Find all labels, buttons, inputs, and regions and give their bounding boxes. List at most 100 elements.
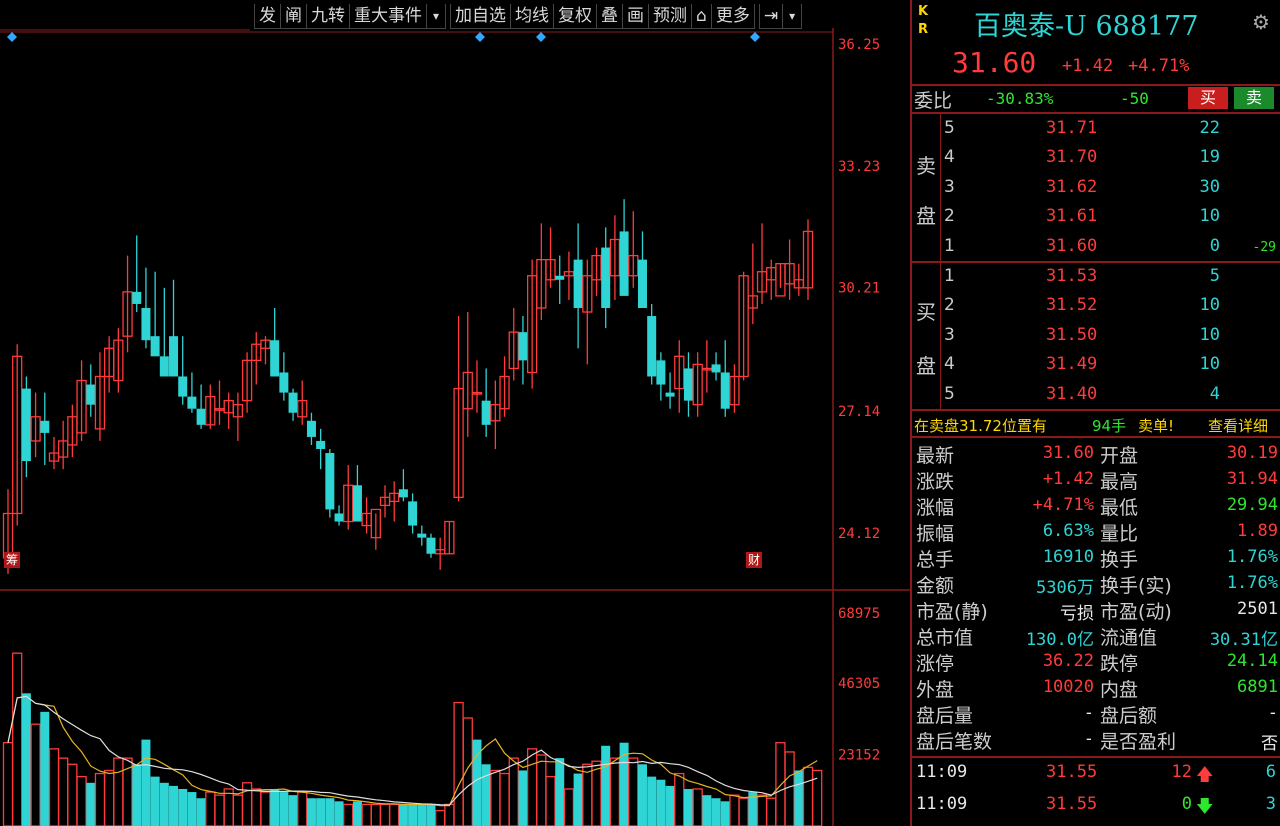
- candle-body: [288, 392, 298, 413]
- bid-row[interactable]: 5 31.40 4: [912, 380, 1280, 409]
- view-detail-link[interactable]: 查看详细: [1208, 415, 1268, 436]
- toolbar-item-11[interactable]: ⌂: [691, 4, 712, 29]
- quote-label: 市盈(动): [1100, 601, 1172, 623]
- ask-price: 31.61: [1046, 206, 1098, 227]
- quote-label: 开盘: [1100, 445, 1139, 467]
- volume-bar: [462, 717, 473, 826]
- volume-bar: [628, 757, 639, 826]
- volume-bar: [159, 782, 169, 826]
- quote-value: 30.19: [1226, 443, 1278, 463]
- volume-bar: [223, 788, 234, 826]
- tick-time: 11:09: [916, 762, 968, 782]
- volume-bar: [444, 803, 455, 826]
- volume-bar: [76, 775, 87, 826]
- quote-label: 市盈(静): [916, 601, 988, 623]
- finance-marker[interactable]: 财: [746, 552, 762, 568]
- quote-label: 换手: [1100, 549, 1139, 571]
- candle-body: [426, 537, 436, 554]
- buy-button[interactable]: 买: [1188, 87, 1228, 109]
- candle-body: [21, 388, 31, 462]
- toolbar-item-4[interactable]: ▾: [426, 4, 447, 29]
- kline-chart[interactable]: 36.25 33.23 30.21 27.14 24.12 68975 46305 23152: [0, 0, 910, 826]
- volume-bar: [196, 798, 206, 826]
- volume-bar: [279, 792, 289, 826]
- volume-bar: [609, 757, 621, 826]
- tick-row: 11:09 31.55 0 🡇 3: [912, 790, 1280, 820]
- ask-level: 3: [944, 176, 955, 197]
- quote-panel: K R 百奥泰-U 688177 ⚙ 31.60 +1.42 +4.71% 委比…: [910, 0, 1280, 826]
- bid-level: 1: [944, 266, 955, 286]
- kline-k-label[interactable]: K: [918, 4, 928, 19]
- toolbar-item-7[interactable]: 复权: [553, 4, 598, 29]
- bid-volume: 10: [1199, 354, 1220, 375]
- quote-header: K R 百奥泰-U 688177 ⚙ 31.60 +1.42 +4.71%: [912, 0, 1280, 86]
- volume-bar: [132, 764, 142, 826]
- toolbar-item-14[interactable]: ▾: [782, 4, 803, 29]
- ask-row[interactable]: 1 31.60 0 -29: [912, 232, 1280, 261]
- volume-bar: [573, 773, 583, 826]
- volume-bar: [665, 785, 675, 826]
- volume-bar: [334, 801, 344, 826]
- volume-bar: [187, 792, 197, 826]
- weibi-pct: -30.83%: [986, 89, 1054, 108]
- sell-button[interactable]: 卖: [1234, 87, 1274, 109]
- candle-body: [279, 372, 289, 393]
- quote-value: +1.42: [1042, 469, 1094, 489]
- ask-row[interactable]: 5 31.71 22: [912, 114, 1280, 143]
- bid-price: 31.53: [1046, 266, 1098, 286]
- ask-volume: 0: [1209, 235, 1220, 256]
- candle-body: [481, 400, 491, 425]
- gear-icon[interactable]: ⚙: [1252, 10, 1270, 34]
- toolbar-item-8[interactable]: 叠: [596, 4, 624, 29]
- toolbar-item-10[interactable]: 预测: [648, 4, 693, 29]
- ask-volume: 22: [1199, 118, 1220, 138]
- quote-label: 流通值: [1100, 627, 1158, 649]
- bid-row[interactable]: 1 31.53 5: [912, 262, 1280, 291]
- toolbar-item-1[interactable]: 阐: [280, 4, 307, 29]
- volume-bar: [545, 775, 556, 826]
- toolbar-item-0[interactable]: 发: [254, 4, 281, 29]
- quote-row: 总手 16910 换手 1.76%: [912, 543, 1280, 571]
- quote-value: 31.60: [1042, 443, 1094, 463]
- quote-row: 涨跌 +1.42 最高 31.94: [912, 465, 1280, 493]
- order-notice[interactable]: 在卖盘31.72位置有 94手 卖单! 查看详细: [912, 412, 1280, 436]
- quote-row: 涨停 36.22 跌停 24.14: [912, 647, 1280, 675]
- bid-row[interactable]: 2 31.52 10: [912, 291, 1280, 320]
- toolbar-item-6[interactable]: 均线: [510, 4, 555, 29]
- volume-bar: [297, 791, 308, 826]
- toolbar-item-13[interactable]: ⇥: [758, 4, 784, 29]
- chip-marker[interactable]: 筹: [4, 552, 20, 568]
- volume-bar: [683, 788, 693, 826]
- toolbar-item-5[interactable]: 加自选: [450, 4, 512, 29]
- ask-row[interactable]: 2 31.61 10: [912, 202, 1280, 231]
- bid-row[interactable]: 3 31.50 10: [912, 321, 1280, 350]
- toolbar-item-9[interactable]: 画: [622, 4, 650, 29]
- quote-label: 盘后额: [1100, 705, 1158, 727]
- quote-value: 1.89: [1237, 521, 1278, 541]
- ask-row[interactable]: 3 31.62 30: [912, 173, 1280, 202]
- quote-label: 最高: [1100, 471, 1139, 493]
- ask-row[interactable]: 4 31.70 19: [912, 143, 1280, 172]
- candle-body: [711, 364, 721, 373]
- toolbar-item-2[interactable]: 九转: [306, 4, 350, 29]
- candle-body: [656, 360, 666, 385]
- candle-body: [720, 372, 730, 409]
- toolbar-item-12[interactable]: 更多: [710, 4, 755, 29]
- volume-bar: [40, 711, 50, 826]
- volume-bar: [656, 779, 666, 826]
- quote-label: 总手: [916, 549, 955, 571]
- candle-body: [637, 259, 647, 308]
- tick-price: 31.55: [1046, 794, 1098, 814]
- kline-r-label[interactable]: R: [918, 22, 928, 37]
- volume-bar: [508, 757, 519, 826]
- bid-row[interactable]: 4 31.49 10: [912, 350, 1280, 379]
- toolbar-item-3[interactable]: 重大事件: [349, 4, 427, 29]
- stock-name: 百奥泰-U 688177: [974, 11, 1199, 42]
- volume-bar: [352, 801, 362, 826]
- volume-bar: [370, 803, 381, 826]
- volume-bar: [526, 748, 538, 826]
- kline-chart-area[interactable]: 36.25 33.23 30.21 27.14 24.12 68975 46305 23152…: [0, 0, 910, 826]
- quote-label: 内盘: [1100, 679, 1139, 701]
- bid-price: 31.40: [1046, 383, 1098, 404]
- ask-volume: 30: [1199, 176, 1220, 197]
